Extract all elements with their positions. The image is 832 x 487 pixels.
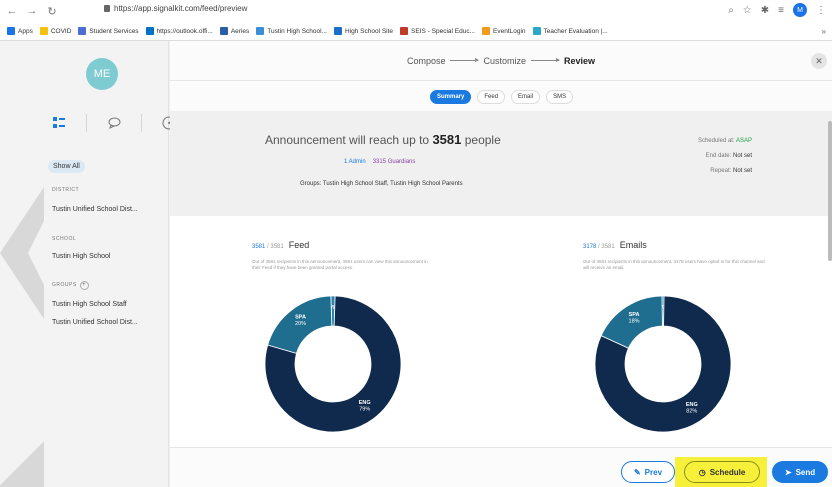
playlist-icon[interactable]: ≡ xyxy=(778,5,784,16)
bookmark-item[interactable]: Student Services xyxy=(78,27,139,35)
donut-label-spa: SPA 18% xyxy=(629,312,640,325)
close-icon[interactable]: ✕ xyxy=(811,53,827,69)
kebab-menu-icon[interactable]: ⋮ xyxy=(816,5,826,16)
bookmark-item[interactable]: SEIS - Special Educ... xyxy=(400,27,475,35)
user-avatar[interactable]: ME xyxy=(86,58,118,90)
groups-value: Tustin High School Staff, Tustin High Sc… xyxy=(322,181,463,187)
schedule-button[interactable]: ◷ Schedule xyxy=(684,461,760,483)
browser-toolbar: ← → ↻ https://app.signalkit.com/feed/pre… xyxy=(0,0,832,22)
emails-donut-chart: 0%ENG 82%SPA 18% xyxy=(594,295,732,433)
district-item[interactable]: Tustin Unified School Dist... xyxy=(52,206,138,213)
channel-tabs: Summary Feed Email SMS xyxy=(430,90,574,104)
clock-icon: ◷ xyxy=(698,467,706,477)
wizard-stepper: Compose Customize Review xyxy=(170,41,832,81)
bookmark-icon xyxy=(39,27,48,35)
bookmark-icon xyxy=(333,27,342,35)
step-customize[interactable]: Customize xyxy=(483,56,526,66)
repeat: Repeat: Not set xyxy=(710,168,752,174)
tab-summary[interactable]: Summary xyxy=(430,90,472,104)
bookmarks-bar: Apps COVID Student Services https://outlook… xyxy=(0,22,832,41)
bookmark-icon xyxy=(78,27,87,35)
bookmark-item[interactable]: EventLogin xyxy=(482,27,526,35)
summary-section: Announcement will reach up to 3581 peopl… xyxy=(170,111,832,216)
extensions-icon[interactable]: ✱ xyxy=(761,5,769,16)
donut-label-eng: ENG 79% xyxy=(359,400,371,413)
feed-donut-chart: 0%ENG 79%SPA 20% xyxy=(264,295,402,433)
bookmark-item[interactable]: COVID xyxy=(39,27,71,35)
feed-title: 3581 / 3581 Feed xyxy=(252,240,310,250)
bookmark-icon xyxy=(532,27,541,35)
prev-button[interactable]: ✎ Prev xyxy=(621,461,675,483)
arrow-right-icon xyxy=(450,58,480,62)
send-button[interactable]: ➤ Send xyxy=(772,461,828,483)
scheduled-at: Scheduled at: ASAP xyxy=(697,138,752,144)
divider xyxy=(86,114,87,132)
emails-description: Out of 3581 recipients in this announcem… xyxy=(583,259,765,270)
review-panel: Compose Customize Review ✕ Summary Feed … xyxy=(170,41,832,487)
lock-icon xyxy=(104,5,110,12)
more-bookmarks-icon[interactable]: » xyxy=(822,27,826,36)
bookmark-item[interactable]: Apps xyxy=(7,27,33,35)
tab-sms[interactable]: SMS xyxy=(546,90,574,104)
tab-email[interactable]: Email xyxy=(511,90,541,104)
step-compose[interactable]: Compose xyxy=(407,56,446,66)
donut-label-eng: ENG 82% xyxy=(686,402,698,415)
forward-icon[interactable]: → xyxy=(24,3,40,19)
pencil-icon: ✎ xyxy=(633,467,641,477)
send-icon: ➤ xyxy=(784,467,792,477)
school-label: SCHOOL xyxy=(52,236,77,242)
search-icon[interactable]: ⌕ xyxy=(728,5,734,16)
bookmark-item[interactable]: Tustin High School... xyxy=(256,27,327,35)
sidebar-tools xyxy=(52,114,176,132)
add-group-icon[interactable]: + xyxy=(79,281,89,290)
group-item[interactable]: Tustin High School Staff xyxy=(52,301,127,308)
reach-count: 3581 xyxy=(432,132,462,147)
chat-icon[interactable] xyxy=(107,116,121,130)
school-item[interactable]: Tustin High School xyxy=(52,253,111,260)
groups-label: GROUPS + xyxy=(52,281,89,290)
star-icon[interactable]: ☆ xyxy=(743,5,752,16)
divider xyxy=(141,114,142,132)
recipient-counts: 1 Admin 3315 Guardians xyxy=(344,159,415,165)
bookmark-item[interactable]: High School Site xyxy=(333,27,393,35)
guardian-count[interactable]: 3315 Guardians xyxy=(373,159,416,165)
district-label: DISTRICT xyxy=(52,187,80,193)
groups-line: Groups: Tustin High School Staff, Tustin… xyxy=(300,181,463,187)
admin-count[interactable]: 1 Admin xyxy=(344,159,366,165)
reload-icon[interactable]: ↻ xyxy=(44,3,60,19)
feed-description: Out of 3581 recipients in this announcem… xyxy=(252,259,428,270)
donut-label-spa: SPA 20% xyxy=(295,315,306,328)
bookmark-icon xyxy=(219,27,228,35)
tab-feed[interactable]: Feed xyxy=(477,90,506,104)
sidebar: ME Show All DISTRICT Tustin Unified Scho… xyxy=(0,41,176,487)
url-text[interactable]: https://app.signalkit.com/feed/preview xyxy=(114,4,247,13)
step-review[interactable]: Review xyxy=(564,56,595,66)
arrow-right-icon xyxy=(531,58,560,62)
profile-avatar[interactable]: M xyxy=(793,3,807,17)
reach-headline: Announcement will reach up to 3581 peopl… xyxy=(265,132,501,147)
bookmark-icon xyxy=(400,27,409,35)
address-bar[interactable]: https://app.signalkit.com/feed/preview xyxy=(104,4,247,13)
back-icon[interactable]: ← xyxy=(4,3,20,19)
feed-list-icon[interactable] xyxy=(52,116,66,130)
show-all-button[interactable]: Show All xyxy=(48,160,85,173)
feed-panel: 3581 / 3581 Feed Out of 3581 recipients … xyxy=(170,216,501,447)
lower-chevron-shape xyxy=(0,439,44,487)
emails-title: 3178 / 3581 Emails xyxy=(583,240,647,250)
bookmark-icon xyxy=(256,27,265,35)
emails-panel: 3178 / 3581 Emails Out of 3581 recipient… xyxy=(501,216,832,447)
left-chevron-inner xyxy=(28,221,44,285)
bookmark-icon xyxy=(145,27,154,35)
scrollbar[interactable] xyxy=(828,121,832,261)
bookmark-item[interactable]: https://outlook.offi... xyxy=(145,27,213,35)
footer-actions: ✎ Prev ◷ Schedule ➤ Send xyxy=(170,447,832,487)
bookmark-item[interactable]: Teacher Evaluation |... xyxy=(532,27,608,35)
group-item[interactable]: Tustin Unified School Dist... xyxy=(52,319,138,326)
bookmark-icon xyxy=(482,27,490,35)
bookmark-icon xyxy=(7,27,15,35)
bookmark-item[interactable]: Aeries xyxy=(219,27,249,35)
end-date: End date: Not set xyxy=(705,153,752,159)
app-container: ME Show All DISTRICT Tustin Unified Scho… xyxy=(0,41,832,487)
